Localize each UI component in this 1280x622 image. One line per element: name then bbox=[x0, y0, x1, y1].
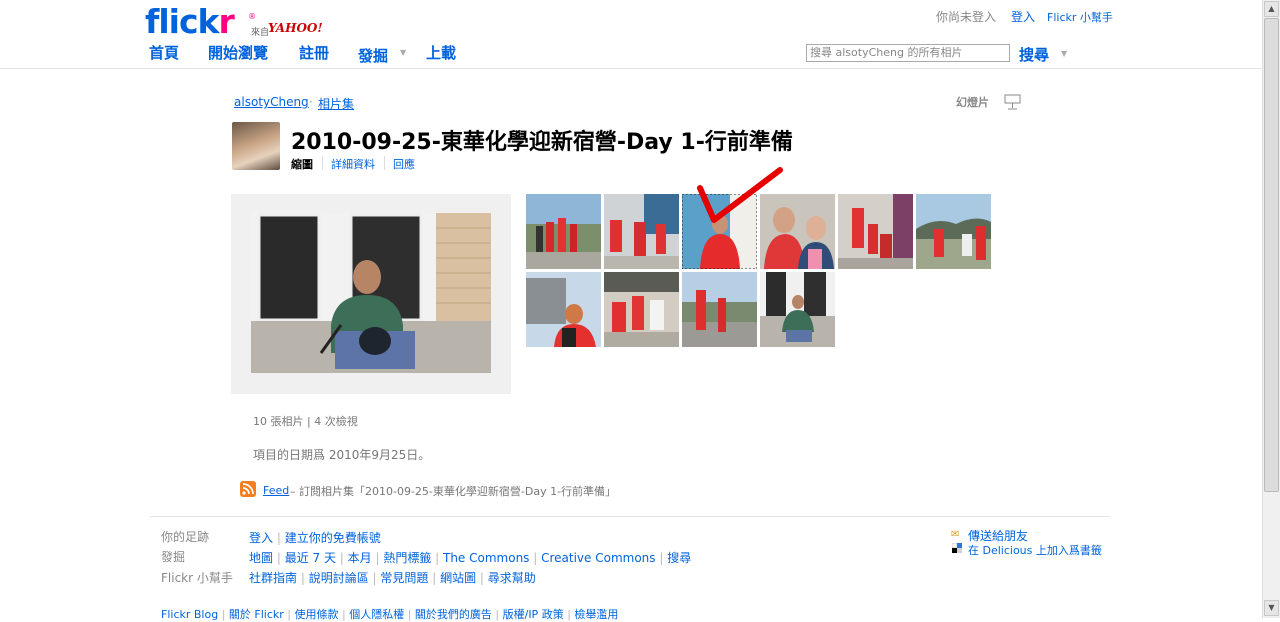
avatar[interactable] bbox=[232, 122, 280, 170]
footer-sitemap-link[interactable]: 網站圖 bbox=[440, 571, 476, 585]
primary-photo[interactable] bbox=[251, 213, 491, 373]
footer-last7days-link[interactable]: 最近 7 天 bbox=[285, 551, 336, 565]
footer-gethelp-link[interactable]: 尋求幫助 bbox=[488, 571, 536, 585]
photo-stats: 10 張相片 | 4 次檢視 bbox=[253, 415, 358, 428]
footer-ads-link[interactable]: 關於我們的廣告 bbox=[415, 608, 492, 621]
help-link[interactable]: Flickr 小幫手 bbox=[1047, 9, 1113, 25]
flickr-logo[interactable]: flickr bbox=[145, 2, 235, 41]
logo-text-pink: r bbox=[218, 2, 235, 41]
nav-signup[interactable]: 註冊 bbox=[299, 42, 329, 63]
footer-guidelines-link[interactable]: 社群指南 bbox=[249, 571, 297, 585]
footer-login-link[interactable]: 登入 bbox=[249, 531, 273, 545]
yahoo-logo: YAHOO! bbox=[268, 21, 323, 35]
scroll-down-icon[interactable]: ▼ bbox=[1264, 600, 1279, 616]
checkmark-annotation-icon bbox=[697, 167, 783, 223]
logo-from-text: 來自 bbox=[251, 28, 270, 38]
photo-thumbnail-10[interactable] bbox=[760, 272, 835, 347]
footer-label-you: 你的足跡 bbox=[161, 530, 210, 544]
footer-faq-link[interactable]: 常見問題 bbox=[380, 571, 428, 585]
photo-thumbnail-2[interactable] bbox=[604, 194, 679, 269]
page-title: 2010-09-25-東華化學迎新宿營-Day 1-行前準備 bbox=[291, 130, 793, 155]
breadcrumb-separator: · bbox=[309, 95, 313, 109]
set-date: 項目的日期爲 2010年9月25日。 bbox=[253, 448, 431, 462]
nav-explore-start[interactable]: 開始瀏覽 bbox=[208, 42, 268, 63]
footer-search-link[interactable]: 搜尋 bbox=[667, 551, 691, 565]
tab-comments[interactable]: 回應 bbox=[393, 156, 415, 172]
footer-cc-link[interactable]: Creative Commons bbox=[541, 551, 655, 565]
photo-thumbnail-1[interactable] bbox=[526, 194, 601, 269]
scroll-up-icon[interactable]: ▲ bbox=[1264, 1, 1279, 17]
login-status: 你尚未登入 bbox=[936, 10, 997, 24]
slideshow-link[interactable]: 幻燈片 bbox=[956, 94, 989, 110]
footer-row-about: Flickr Blog | 關於 Flickr | 使用條款 | 個人隱私權 |… bbox=[161, 608, 619, 621]
rss-feed-icon[interactable] bbox=[240, 481, 256, 497]
footer-report-abuse-link[interactable]: 檢舉濫用 bbox=[574, 608, 618, 621]
tab-divider bbox=[384, 156, 385, 170]
photo-thumbnail-7[interactable] bbox=[526, 272, 601, 347]
footer-row-help: 社群指南 | 說明討論區 | 常見問題 | 網站圖 | 尋求幫助 bbox=[249, 571, 536, 585]
footer-forum-link[interactable]: 說明討論區 bbox=[309, 571, 369, 585]
photo-thumbnail-9[interactable] bbox=[682, 272, 757, 347]
tab-divider bbox=[322, 156, 323, 170]
footer-create-account-link[interactable]: 建立你的免費帳號 bbox=[285, 531, 381, 545]
breadcrumb-owner[interactable]: alsotyCheng bbox=[234, 95, 309, 109]
footer-map-link[interactable]: 地圖 bbox=[249, 551, 273, 565]
photo-thumbnail-6[interactable] bbox=[916, 194, 991, 269]
footer-divider bbox=[150, 516, 1110, 517]
scrollbar-thumb[interactable] bbox=[1264, 18, 1279, 492]
search-input[interactable]: 搜尋 alsotyCheng 的所有相片 bbox=[806, 44, 1010, 62]
search-button[interactable]: 搜尋 bbox=[1019, 44, 1049, 65]
footer-blog-link[interactable]: Flickr Blog bbox=[161, 608, 218, 621]
feed-link[interactable]: Feed bbox=[263, 484, 289, 497]
login-link[interactable]: 登入 bbox=[1011, 8, 1035, 25]
footer-thismonth-link[interactable]: 本月 bbox=[348, 551, 372, 565]
footer-terms-link[interactable]: 使用條款 bbox=[295, 608, 339, 621]
logo-reg-mark: ® bbox=[248, 12, 256, 21]
footer-privacy-link[interactable]: 個人隱私權 bbox=[349, 608, 404, 621]
footer-label-explore: 發掘 bbox=[161, 550, 186, 564]
photo-thumbnail-8[interactable] bbox=[604, 272, 679, 347]
delicious-icon bbox=[952, 543, 962, 553]
footer-copyright-link[interactable]: 版權/IP 政策 bbox=[503, 608, 564, 621]
logo-text-blue: flick bbox=[145, 2, 219, 41]
envelope-icon: ✉ bbox=[951, 529, 960, 540]
breadcrumb-sets[interactable]: 相片集 bbox=[318, 95, 354, 112]
nav-discover-chevron-down-icon[interactable]: ▼ bbox=[400, 48, 406, 57]
footer-commons-link[interactable]: The Commons bbox=[443, 551, 529, 565]
delicious-bookmark-link[interactable]: 在 Delicious 上加入爲書籤 bbox=[968, 542, 1102, 558]
vertical-scrollbar[interactable]: ▲ ▼ bbox=[1262, 0, 1280, 618]
sets-link-text: 相片集 bbox=[318, 97, 355, 111]
nav-upload[interactable]: 上載 bbox=[426, 42, 456, 63]
header-divider bbox=[0, 68, 1262, 69]
search-chevron-down-icon[interactable]: ▼ bbox=[1061, 49, 1067, 58]
owner-link-text: alsotyCheng bbox=[234, 95, 309, 109]
footer-about-link[interactable]: 關於 Flickr bbox=[229, 608, 284, 621]
footer-row-explore: 地圖 | 最近 7 天 | 本月 | 熱門標籤 | The Commons | … bbox=[249, 551, 692, 565]
footer-tags-link[interactable]: 熱門標籤 bbox=[383, 551, 431, 565]
slideshow-icon[interactable] bbox=[1004, 94, 1021, 110]
feed-description: – 訂閱相片集「2010-09-25-東華化學迎新宿營-Day 1-行前準備」 bbox=[290, 485, 617, 498]
photo-thumbnail-5[interactable] bbox=[838, 194, 913, 269]
footer-row-you: 登入 | 建立你的免費帳號 bbox=[249, 531, 381, 545]
tab-details[interactable]: 詳細資料 bbox=[331, 156, 375, 172]
footer-label-help: Flickr 小幫手 bbox=[161, 571, 233, 585]
nav-home[interactable]: 首頁 bbox=[149, 42, 179, 63]
tab-thumbnails[interactable]: 縮圖 bbox=[291, 156, 313, 172]
nav-discover[interactable]: 發掘 bbox=[358, 45, 388, 66]
